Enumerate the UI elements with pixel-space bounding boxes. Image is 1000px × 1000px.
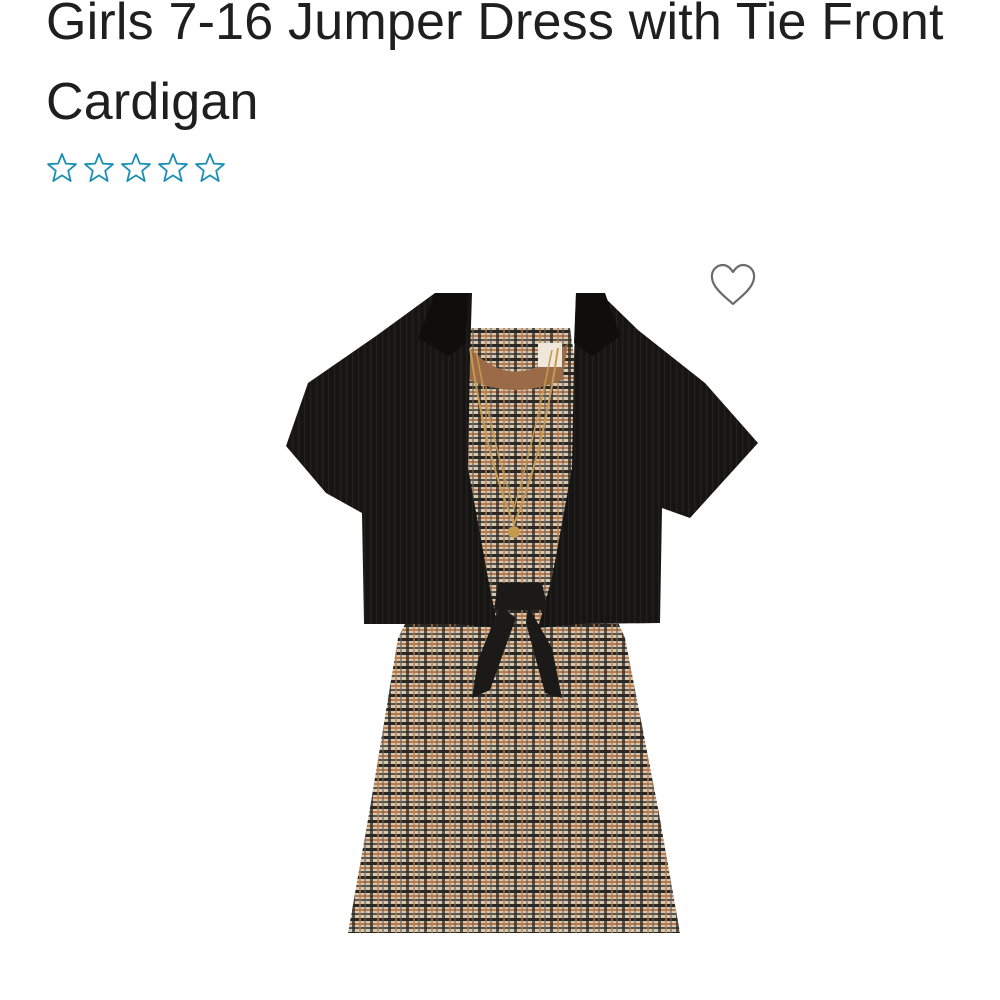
star-outline-icon <box>158 153 188 182</box>
cardigan-left <box>286 293 498 628</box>
product-page: Girls 7-16 Jumper Dress with Tie Front C… <box>0 0 1000 1000</box>
necklace-pendant <box>508 526 520 538</box>
star-outline-icon <box>195 153 225 182</box>
product-image[interactable] <box>280 288 770 938</box>
product-title: Girls 7-16 Jumper Dress with Tie Front C… <box>46 0 944 131</box>
star-outline-icon <box>84 153 114 182</box>
star-outline-icon <box>121 153 151 182</box>
star-outline-icon <box>47 153 77 182</box>
tie-knot <box>494 583 548 610</box>
rating-stars[interactable] <box>44 150 228 186</box>
